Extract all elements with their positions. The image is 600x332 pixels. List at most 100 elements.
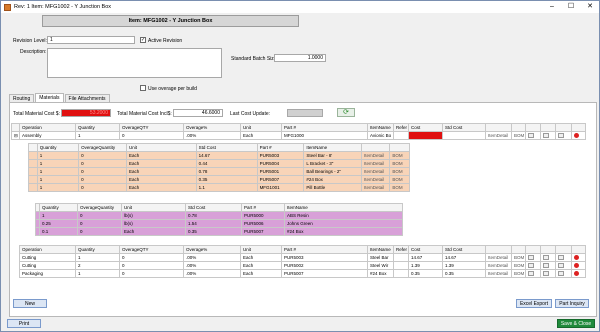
col-unit[interactable]: Unit [121,203,186,212]
cell[interactable]: 0.35 [195,175,258,184]
cell[interactable]: Assembly [19,131,76,140]
col-overage-pct[interactable]: Overage% [183,123,241,132]
cell[interactable]: 1 [75,131,120,140]
cell[interactable]: 1 [36,151,80,160]
cell[interactable]: 1.39 [408,261,443,270]
cell[interactable]: 14.67 [195,151,258,160]
cell[interactable]: Steel Bar - 8' [303,151,363,160]
cell[interactable]: Each [125,175,197,184]
cell[interactable]: PUR5003 [281,253,368,262]
cell[interactable]: 1.54 [185,219,242,228]
col-quantity[interactable]: Quantity [75,245,120,254]
col-operation[interactable]: Operation [19,123,76,132]
bom-button[interactable]: BOM [389,159,410,168]
cell[interactable]: Each [125,167,197,176]
cell[interactable]: Each [240,253,282,262]
cell[interactable]: Each [125,159,197,168]
col-part[interactable]: Part # [281,123,368,132]
col-part[interactable]: Part # [256,143,305,152]
cell[interactable]: 0.44 [195,159,258,168]
folder-icon[interactable] [540,131,556,140]
cell[interactable]: MFG1001 [256,183,305,192]
maximize-icon[interactable]: ☐ [566,3,576,10]
col-unit[interactable]: Unit [125,143,197,152]
save-close-button[interactable]: Save & Close [557,319,595,328]
item-detail-button[interactable]: ItemDetail [485,269,512,278]
col-std-cost[interactable]: Std Cost [185,203,242,212]
cell[interactable]: .00% [183,131,241,140]
item-detail-button[interactable]: ItemDetail [485,253,512,262]
cell[interactable]: 1 [36,167,80,176]
col-cost[interactable]: Cost [408,123,443,132]
cell[interactable]: PUR5003 [256,151,305,160]
cell[interactable]: Pill Bottle [303,183,363,192]
cell[interactable]: 1 [39,211,78,220]
cell[interactable]: 1.1 [195,183,258,192]
cell[interactable]: L Bracket - 3" [303,159,363,168]
bom-button[interactable]: BOM [389,183,410,192]
cell[interactable]: 1 [36,159,80,168]
bom-button[interactable]: BOM [511,269,526,278]
cost-cell[interactable] [408,131,443,140]
table-row[interactable]: 1 0 Each 0.78 PUR5001 Ball Bearings - 2"… [28,167,410,176]
cell[interactable]: .00% [183,269,241,278]
cell[interactable]: 1 [36,183,80,192]
bom-button[interactable]: BOM [389,175,410,184]
cell[interactable]: .00% [183,253,241,262]
col-itemname[interactable]: ItemName [284,203,403,212]
cell[interactable]: PUR5004 [256,159,305,168]
bom-button[interactable]: BOM [511,253,526,262]
cell[interactable]: Each [240,131,282,140]
folder-icon[interactable] [540,269,556,278]
item-detail-button[interactable]: ItemDetail [361,151,391,160]
table-row[interactable]: Cutting 1 0 .00% Each PUR5003 Steel Bar … [19,253,586,262]
cell[interactable]: 2 [75,261,120,270]
col-unit[interactable]: Unit [240,123,282,132]
item-detail-button[interactable]: ItemDetail [361,167,391,176]
col-std-cost[interactable]: Std Cost [442,245,486,254]
col-operation[interactable]: Operation [19,245,76,254]
revision-input[interactable]: 1 [47,36,135,44]
cell[interactable]: Johns Green [284,219,403,228]
cell[interactable]: #24 Box [284,227,403,236]
item-detail-button[interactable]: ItemDetail [485,131,512,140]
cell[interactable]: 0.78 [185,211,242,220]
delete-icon[interactable] [571,131,586,140]
table-row[interactable]: 0.25 0 lb(s) 1.54 PUR5006 Johns Green [35,219,403,228]
table-row[interactable]: 1 0 lb(s) 0.78 PUR5000 ABS Resin [35,211,403,220]
delete-icon[interactable] [571,261,586,270]
cell[interactable] [442,131,486,140]
refresh-icon[interactable]: ⟳ [337,108,355,117]
col-overage-quantity[interactable]: OverageQuantity [78,143,127,152]
col-overageqty[interactable]: OverageQTY [119,245,184,254]
description-input[interactable] [47,48,222,78]
cell[interactable]: 0 [119,253,184,262]
folder-icon[interactable] [540,261,556,270]
table-row[interactable]: Cutting 2 0 .00% Each PUR5002 Steel Wir … [19,261,586,270]
col-refer[interactable]: Refer [393,245,409,254]
col-part[interactable]: Part # [241,203,285,212]
cell[interactable]: PUR5001 [256,167,305,176]
cell[interactable]: 0 [78,175,127,184]
bom-button[interactable]: BOM [389,151,410,160]
print-button[interactable]: Print [7,319,41,328]
tab-routing[interactable]: Routing [9,94,35,102]
cell[interactable]: #24 Box [303,175,363,184]
item-detail-button[interactable]: ItemDetail [485,261,512,270]
cell[interactable]: Each [125,183,197,192]
cell[interactable]: 14.67 [408,253,443,262]
cell[interactable]: PUR5007 [281,269,368,278]
cell[interactable]: MFG1000 [281,131,368,140]
cell[interactable]: Steel Bar [367,253,394,262]
cell[interactable]: 0 [119,261,184,270]
cell[interactable]: 0 [78,159,127,168]
table-row[interactable]: 0.1 0 Each 0.35 PUR5007 #24 Box [35,227,403,236]
tab-materials[interactable]: Materials [35,93,64,102]
cell[interactable]: Avionic Bo [367,131,394,140]
item-detail-button[interactable]: ItemDetail [361,175,391,184]
cell[interactable]: 0 [78,167,127,176]
table-row[interactable]: Packaging 1 0 .00% Each PUR5007 #24 Box … [19,269,586,278]
cell[interactable]: Each [240,269,282,278]
table-row[interactable]: 1 0 Each 1.1 MFG1001 Pill Bottle ItemDet… [28,183,410,192]
cell[interactable]: 0.1 [39,227,78,236]
